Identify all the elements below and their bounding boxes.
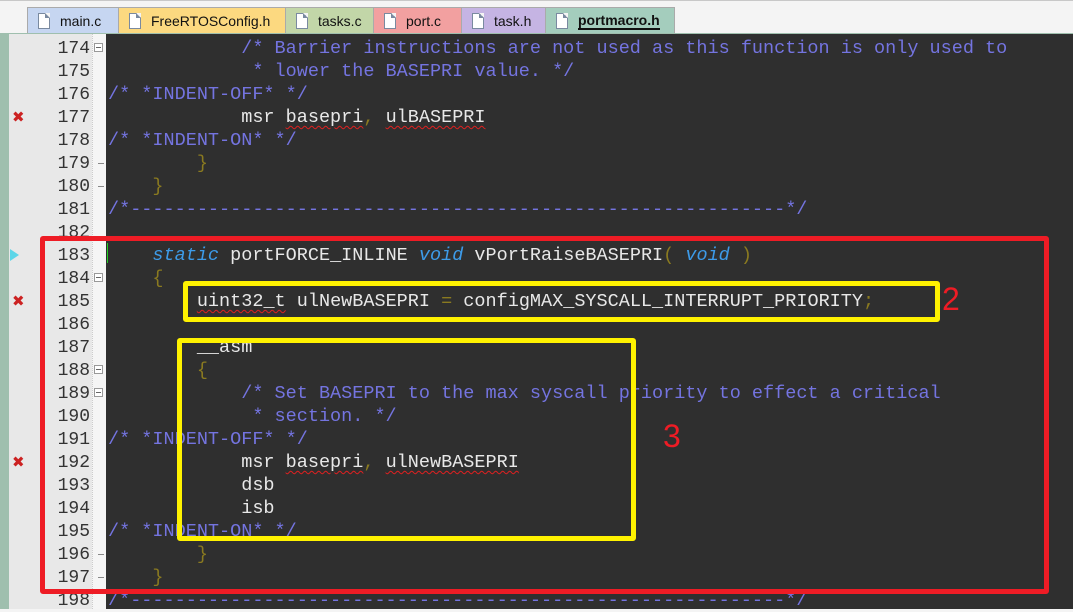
code-error-token: basepri [285, 107, 364, 128]
tab-port-c[interactable]: port.c [373, 7, 462, 34]
code-line: 179 } [0, 152, 1073, 175]
code-comment: /*--------------------------------------… [108, 199, 808, 220]
line-number: 178 [57, 131, 90, 151]
tab-portmacro-h[interactable]: portmacro.h [545, 7, 675, 34]
file-icon [296, 13, 308, 29]
code-line: ✖ 177 msr basepri, ulBASEPRI [0, 106, 1073, 129]
code-token: msr [108, 107, 286, 128]
code-comment: /* *INDENT-ON* */ [108, 130, 297, 151]
line-number: 198 [57, 591, 90, 611]
code-text[interactable]: * lower the BASEPRI value. */ [108, 61, 574, 82]
tab-task-h[interactable]: task.h [461, 7, 546, 34]
error-marker-icon[interactable]: ✖ [12, 108, 25, 126]
code-text[interactable]: /*--------------------------------------… [108, 199, 807, 220]
line-number: 181 [57, 200, 90, 220]
tab-tasks-c[interactable]: tasks.c [285, 7, 374, 34]
code-text[interactable]: } [108, 153, 208, 174]
line-number: 175 [57, 62, 90, 82]
code-punctuation: , [363, 107, 375, 128]
code-punctuation: } [152, 176, 164, 197]
annotation-label-2: 2 [942, 281, 960, 317]
line-number: 176 [57, 85, 90, 105]
tab-label: main.c [60, 13, 102, 29]
line-number: 179 [57, 154, 90, 174]
code-text[interactable]: /* *INDENT-ON* */ [108, 130, 297, 151]
file-icon [472, 13, 484, 29]
fold-end-mark [98, 163, 104, 164]
code-line: 174 /* Barrier instructions are not used… [0, 37, 1073, 60]
code-line: 176 /* *INDENT-OFF* */ [0, 83, 1073, 106]
code-line: 180 } [0, 175, 1073, 198]
fold-collapse-icon[interactable] [94, 43, 103, 52]
code-comment: * lower the BASEPRI value. */ [252, 61, 575, 82]
tab-freertosconfig-h[interactable]: FreeRTOSConfig.h [118, 7, 286, 34]
line-number: 177 [57, 108, 90, 128]
tab-label: FreeRTOSConfig.h [151, 13, 271, 29]
tab-bar: main.c FreeRTOSConfig.h tasks.c port.c task.… [0, 0, 1073, 35]
code-line: 178 /* *INDENT-ON* */ [0, 129, 1073, 152]
file-icon [384, 13, 396, 29]
line-number: 174 [57, 39, 90, 59]
code-comment: /* *INDENT-OFF* */ [108, 84, 308, 105]
error-marker-icon[interactable]: ✖ [12, 453, 25, 471]
tab-label: portmacro.h [578, 12, 660, 30]
code-text[interactable]: } [108, 176, 164, 197]
tab-label: tasks.c [318, 13, 362, 29]
code-text[interactable]: /* *INDENT-OFF* */ [108, 84, 308, 105]
file-icon [129, 13, 141, 29]
tab-label: task.h [494, 13, 532, 29]
code-text[interactable]: msr basepri, ulBASEPRI [108, 107, 486, 128]
error-marker-icon[interactable]: ✖ [12, 292, 25, 310]
annotation-yellow-box-3 [177, 338, 636, 541]
fold-end-mark [98, 186, 104, 187]
code-line: 175 * lower the BASEPRI value. */ [0, 60, 1073, 83]
code-punctuation: } [196, 153, 208, 174]
file-icon [556, 13, 568, 29]
file-icon [38, 13, 50, 29]
current-line-arrow-icon[interactable] [10, 249, 19, 261]
code-comment: /* Barrier instructions are not used as … [241, 38, 1008, 59]
line-number: 180 [57, 177, 90, 197]
code-text[interactable]: /* Barrier instructions are not used as … [108, 38, 1007, 59]
code-line: 181 /*-----------------------------------… [0, 198, 1073, 221]
annotation-yellow-box-2 [183, 281, 940, 322]
tab-label: port.c [406, 13, 442, 29]
annotation-label-3: 3 [663, 418, 681, 454]
tab-main-c[interactable]: main.c [27, 7, 119, 34]
code-error-token: ulBASEPRI [385, 107, 486, 128]
